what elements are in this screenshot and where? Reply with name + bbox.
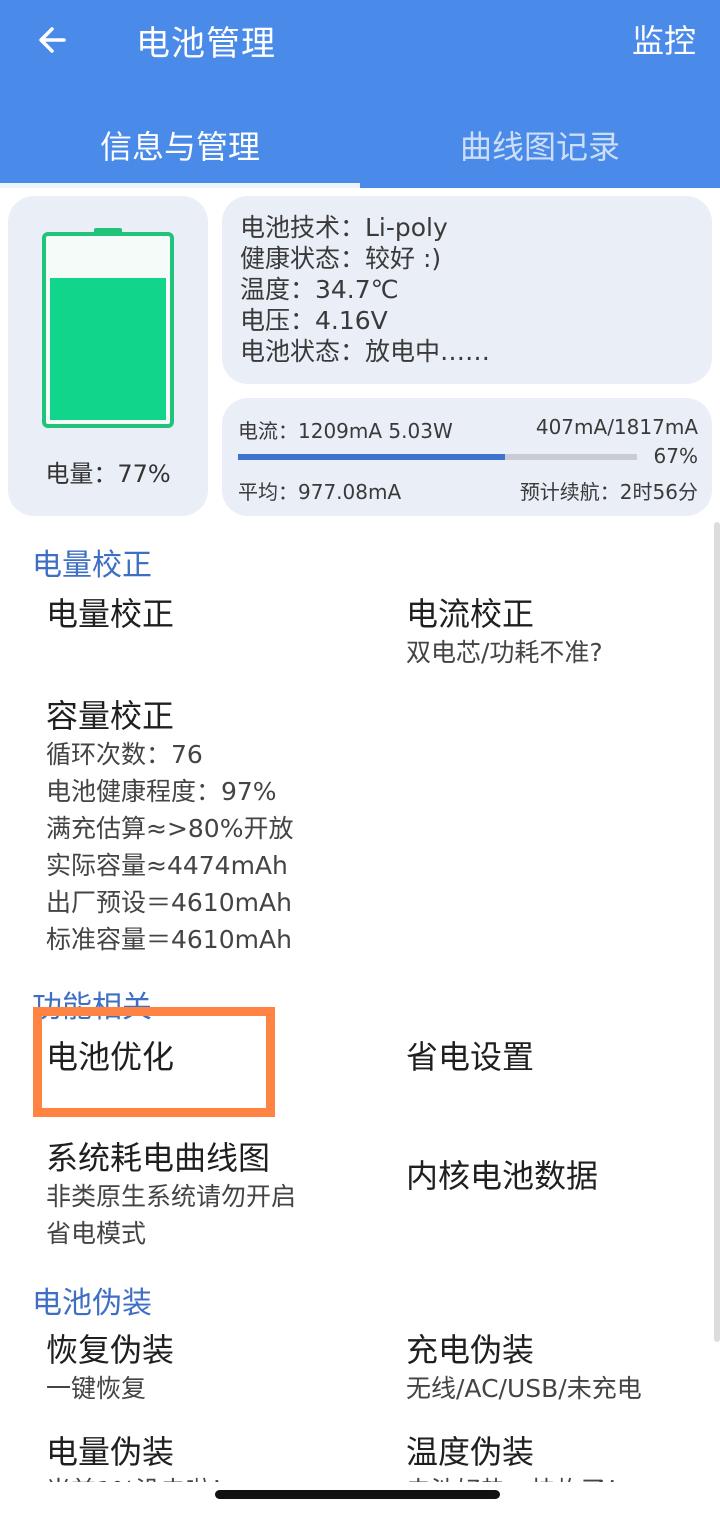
section-title-disguise: 电池伪装 <box>32 1286 152 1321</box>
current-card: 电流：1209mA 5.03W 407mA/1817mA 67% 平均：977.… <box>222 398 712 516</box>
charge-calibration-item[interactable]: 电量校正 <box>46 594 174 634</box>
item-title: 充电伪装 <box>406 1331 535 1369</box>
level-disguise-item[interactable]: 电量伪装 当前1%没电啦！ <box>46 1432 236 1482</box>
tab-info-management[interactable]: 信息与管理 <box>0 122 360 168</box>
cycle-count: 循环次数：76 <box>46 740 203 769</box>
app-bar: 电池管理 监控 信息与管理 曲线图记录 <box>0 0 720 188</box>
battery-health: 健康状态：较好 :) <box>240 244 442 273</box>
item-subtitle: 当前1%没电啦！ <box>46 1472 236 1482</box>
monitor-button[interactable]: 监控 <box>632 16 696 62</box>
screen: 电池管理 监控 信息与管理 曲线图记录 电量：77% 电池技术：Li-poly … <box>0 0 720 1482</box>
item-subtitle: 无线/AC/USB/未充电 <box>406 1374 642 1403</box>
section-title-calibration: 电量校正 <box>32 548 152 583</box>
battery-health-percent: 电池健康程度：97% <box>46 777 277 806</box>
item-title: 电量伪装 <box>46 1433 175 1471</box>
restore-disguise-item[interactable]: 恢复伪装 一键恢复 <box>46 1330 174 1407</box>
item-subtitle: 电池好热，快炸了！ <box>406 1472 631 1482</box>
estimated-runtime: 预计续航：2时56分 <box>519 480 698 504</box>
item-title: 容量校正 <box>46 697 175 735</box>
kernel-battery-data-item[interactable]: 内核电池数据 <box>406 1156 598 1196</box>
actual-capacity: 实际容量≈4474mAh <box>46 851 288 880</box>
battery-voltage: 电压：4.16V <box>240 306 388 335</box>
tab-indicator <box>0 183 360 188</box>
factory-capacity: 出厂预设＝4610mAh <box>46 888 292 917</box>
item-title: 系统耗电曲线图 <box>46 1139 271 1177</box>
temperature-disguise-item[interactable]: 温度伪装 电池好热，快炸了！ <box>406 1432 631 1482</box>
full-charge-estimate: 满充估算≈>80%开放 <box>46 814 294 843</box>
standard-capacity: 标准容量＝4610mAh <box>46 925 292 954</box>
battery-info-card: 电池技术：Li-poly 健康状态：较好 :) 温度：34.7℃ 电压：4.16… <box>222 196 712 384</box>
item-subtitle: 非类原生系统请勿开启 <box>46 1182 297 1211</box>
battery-temperature: 温度：34.7℃ <box>240 275 399 304</box>
capacity-calibration-item[interactable]: 容量校正 循环次数：76 电池健康程度：97% 满充估算≈>80%开放 实际容量… <box>46 696 293 958</box>
item-title: 省电设置 <box>406 1038 535 1076</box>
current-now: 电流：1209mA 5.03W <box>238 419 453 443</box>
battery-level-label: 电量：77% <box>45 460 171 488</box>
current-percent: 67% <box>653 444 698 468</box>
power-saving-settings-item[interactable]: 省电设置 <box>406 1037 534 1077</box>
current-range: 407mA/1817mA <box>535 415 698 439</box>
scrollbar[interactable] <box>714 522 720 1342</box>
item-title: 电量校正 <box>46 595 175 633</box>
current-progress-fill <box>238 454 506 460</box>
page-title: 电池管理 <box>136 24 276 64</box>
battery-level-fill <box>50 278 166 420</box>
item-subtitle: 省电模式 <box>46 1219 147 1248</box>
item-subtitle: 双电芯/功耗不准? <box>406 638 603 667</box>
current-calibration-item[interactable]: 电流校正 双电芯/功耗不准? <box>406 594 603 671</box>
charging-disguise-item[interactable]: 充电伪装 无线/AC/USB/未充电 <box>406 1330 642 1407</box>
item-title: 电流校正 <box>406 595 535 633</box>
battery-status: 电池状态：放电中…… <box>240 337 491 366</box>
tab-curve-records[interactable]: 曲线图记录 <box>360 122 720 168</box>
battery-card: 电量：77% <box>8 196 208 516</box>
item-title: 内核电池数据 <box>406 1157 599 1195</box>
current-progress-bar <box>238 454 637 460</box>
home-indicator[interactable] <box>215 1490 500 1499</box>
current-average: 平均：977.08mA <box>238 480 402 504</box>
system-power-curve-item[interactable]: 系统耗电曲线图 非类原生系统请勿开启 省电模式 <box>46 1138 296 1252</box>
battery-technology: 电池技术：Li-poly <box>240 213 448 242</box>
arrow-left-icon[interactable] <box>34 20 74 60</box>
item-subtitle: 一键恢复 <box>46 1374 147 1403</box>
highlight-box <box>33 1007 275 1117</box>
item-title: 温度伪装 <box>406 1433 535 1471</box>
item-title: 恢复伪装 <box>46 1331 175 1369</box>
battery-icon <box>42 232 174 428</box>
